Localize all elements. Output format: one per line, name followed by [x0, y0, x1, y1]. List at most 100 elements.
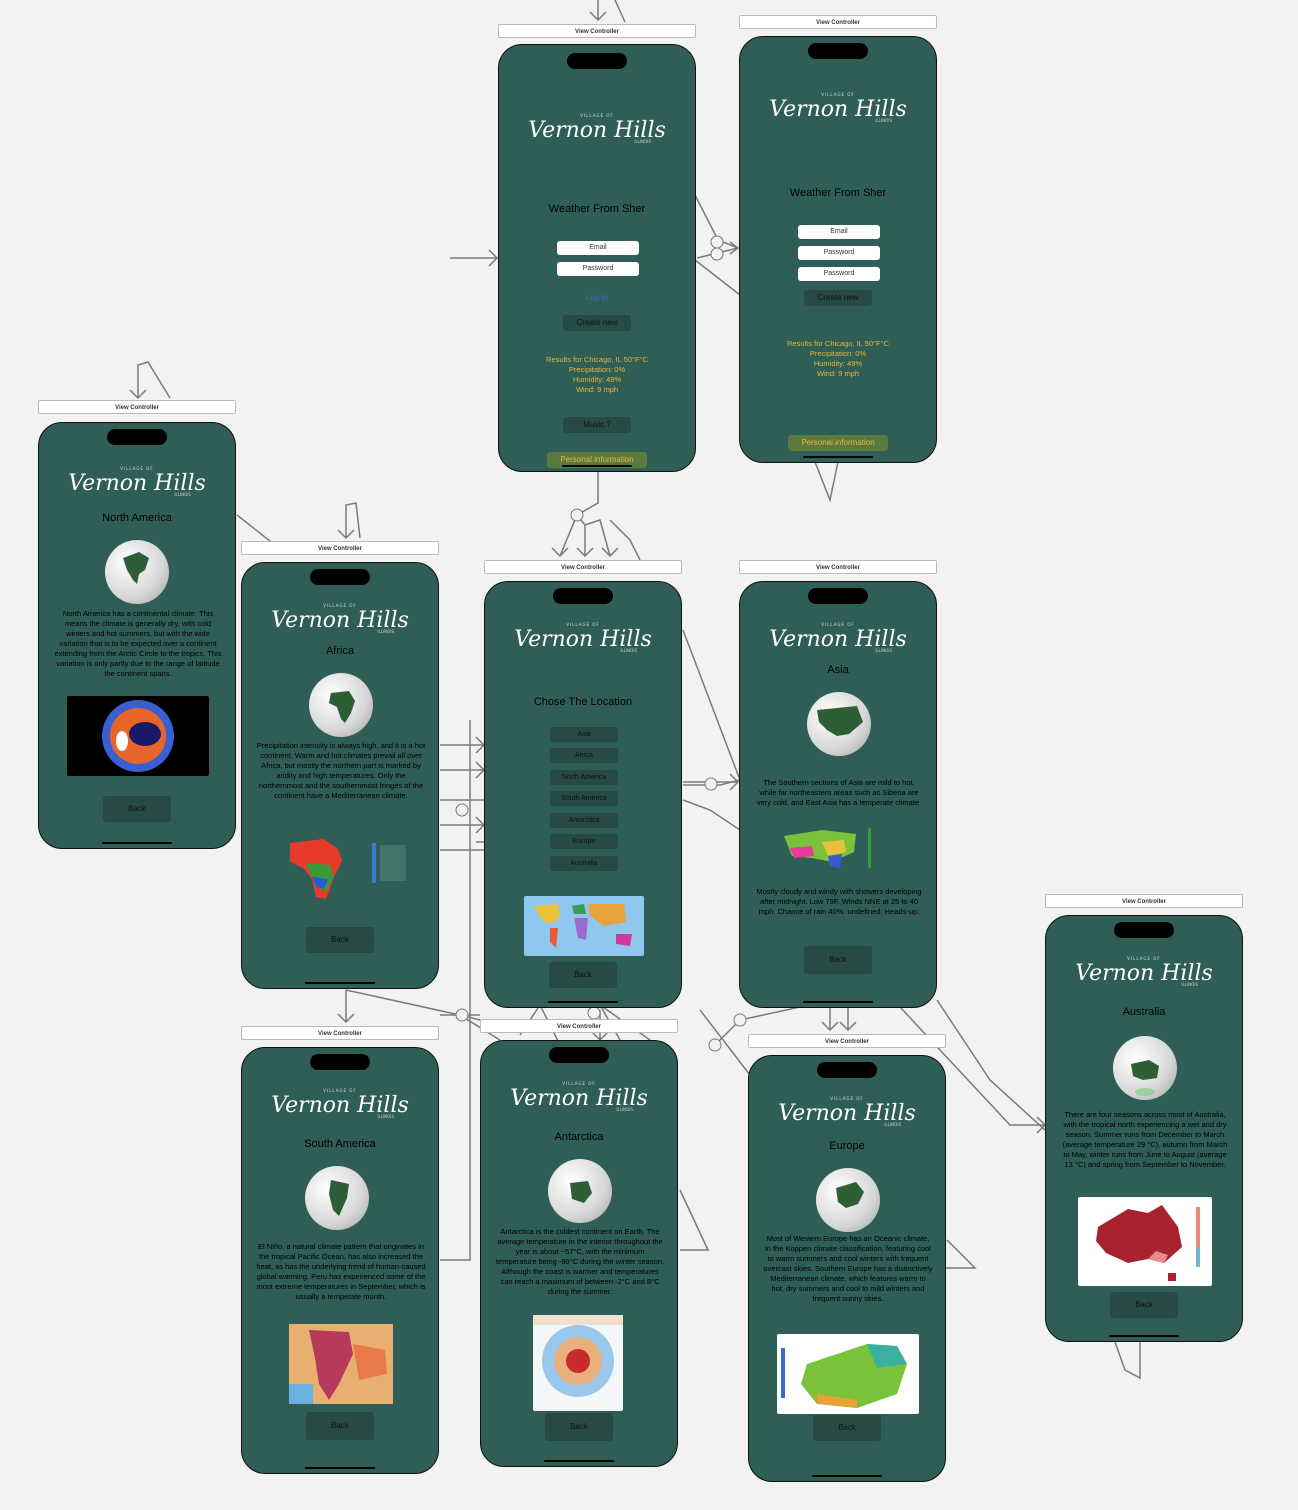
- notch: [553, 588, 613, 604]
- notch: [567, 53, 627, 69]
- vc-label-africa[interactable]: View Controller: [241, 541, 439, 555]
- australia-globe-image: [1113, 1036, 1177, 1100]
- north-america-globe-image: [105, 540, 169, 604]
- music-button[interactable]: Music ?: [563, 417, 631, 433]
- screen-title: Africa: [325, 645, 355, 657]
- create-new-button[interactable]: Create new: [804, 290, 872, 306]
- europe-screen: VILLAGE OF Vernon Hills ILLINOIS Europe …: [748, 1055, 946, 1482]
- create-new-button[interactable]: Create new: [563, 315, 631, 331]
- screen-title: Australia: [1122, 1006, 1166, 1018]
- vc-label-login[interactable]: View Controller: [498, 24, 696, 38]
- africa-screen: VILLAGE OF Vernon Hills ILLINOIS Africa …: [241, 562, 439, 989]
- africa-precipitation-map: [286, 831, 412, 907]
- vc-label-antarctica[interactable]: View Controller: [480, 1019, 678, 1033]
- europe-globe-image: [816, 1168, 880, 1232]
- screen-title: Chose The Location: [533, 696, 633, 708]
- home-indicator: [305, 1467, 375, 1469]
- climate-description: Antarctica is the coldest continent on E…: [495, 1227, 665, 1296]
- weather-forecast: Mostly cloudy and windy with showers dev…: [756, 887, 922, 916]
- location-south-america-button[interactable]: South America: [550, 791, 618, 806]
- location-europe-button[interactable]: Europe: [550, 834, 618, 849]
- vernon-hills-logo: VILLAGE OF Vernon Hills ILLINOIS: [769, 622, 907, 653]
- back-button[interactable]: Back: [804, 946, 872, 974]
- vc-label-north-america[interactable]: View Controller: [38, 400, 236, 414]
- home-indicator: [562, 465, 632, 467]
- notch: [808, 588, 868, 604]
- vc-label-europe[interactable]: View Controller: [748, 1034, 946, 1048]
- weather-info: Results for Chicago, IL 50°F°C Precipita…: [786, 339, 889, 378]
- email-field[interactable]: Email: [557, 241, 639, 255]
- vc-label-location[interactable]: View Controller: [484, 560, 682, 574]
- notch: [310, 569, 370, 585]
- climate-description: North America has a continental climate.…: [54, 609, 222, 678]
- app-title: Weather From Sher: [548, 203, 646, 215]
- vernon-hills-logo: VILLAGE OF Vernon Hills ILLINOIS: [271, 603, 409, 634]
- password-field[interactable]: Password: [557, 262, 639, 276]
- back-button[interactable]: Back: [549, 962, 617, 988]
- vc-label-south-america[interactable]: View Controller: [241, 1026, 439, 1040]
- screen-title: Antarctica: [554, 1131, 604, 1143]
- vernon-hills-logo: VILLAGE OF Vernon Hills ILLINOIS: [528, 113, 666, 144]
- vernon-hills-logo: VILLAGE OF Vernon Hills ILLINOIS: [778, 1096, 916, 1127]
- africa-globe-image: [309, 673, 373, 737]
- weather-info: Results for Chicago, IL 50°F°C Precipita…: [545, 355, 648, 394]
- screen-title: Europe: [829, 1140, 865, 1152]
- asia-screen: VILLAGE OF Vernon Hills ILLINOIS Asia Th…: [739, 581, 937, 1008]
- vernon-hills-logo: VILLAGE OF Vernon Hills ILLINOIS: [1075, 956, 1213, 987]
- home-indicator: [305, 982, 375, 984]
- notch: [107, 429, 167, 445]
- vc-label-asia[interactable]: View Controller: [739, 560, 937, 574]
- password-field[interactable]: Password: [798, 246, 880, 260]
- climate-description: Most of Western Europe has an Oceanic cl…: [763, 1234, 933, 1303]
- login-screen: VILLAGE OF Vernon Hills ILLINOIS Weather…: [498, 44, 696, 472]
- back-button[interactable]: Back: [1110, 1292, 1178, 1318]
- antarctica-globe-image: [548, 1159, 612, 1223]
- back-button[interactable]: Back: [306, 1412, 374, 1440]
- home-indicator: [803, 1001, 873, 1003]
- vernon-hills-logo: VILLAGE OF Vernon Hills ILLINOIS: [68, 466, 206, 497]
- home-indicator: [803, 456, 873, 458]
- back-button[interactable]: Back: [103, 796, 171, 822]
- confirm-password-field[interactable]: Password: [798, 267, 880, 281]
- north-america-screen: VILLAGE OF Vernon Hills ILLINOIS North A…: [38, 422, 236, 849]
- email-field[interactable]: Email: [798, 225, 880, 239]
- australia-temperature-map: [1078, 1197, 1212, 1286]
- location-asia-button[interactable]: Asia: [550, 727, 618, 742]
- home-indicator: [1109, 1335, 1179, 1337]
- back-button[interactable]: Back: [545, 1413, 613, 1441]
- screen-title: North America: [102, 512, 172, 524]
- location-selector-screen: VILLAGE OF Vernon Hills ILLINOIS Chose T…: [484, 581, 682, 1008]
- antarctica-screen: VILLAGE OF Vernon Hills ILLINOIS Antarct…: [480, 1040, 678, 1467]
- vc-label-signup[interactable]: View Controller: [739, 15, 937, 29]
- location-africa-button[interactable]: Africa: [550, 748, 618, 763]
- notch: [808, 43, 868, 59]
- signup-screen: VILLAGE OF Vernon Hills ILLINOIS Weather…: [739, 36, 937, 463]
- back-button[interactable]: Back: [813, 1415, 881, 1441]
- home-indicator: [102, 842, 172, 844]
- home-indicator: [544, 1460, 614, 1462]
- location-australia-button[interactable]: Australia: [550, 856, 618, 871]
- home-indicator: [548, 1001, 618, 1003]
- world-map-image: [524, 896, 644, 956]
- notch: [1114, 922, 1174, 938]
- notch: [549, 1047, 609, 1063]
- personal-information-button[interactable]: Personal information: [788, 435, 888, 451]
- climate-description: The Southern sections of Asia are mild t…: [756, 778, 922, 807]
- climate-description: Precipitation intensity is always high, …: [256, 741, 426, 800]
- login-link[interactable]: Log In: [569, 293, 625, 302]
- vc-label-australia[interactable]: View Controller: [1045, 894, 1243, 908]
- climate-description: There are four seasons across most of Au…: [1062, 1110, 1228, 1169]
- app-title: Weather From Sher: [789, 187, 887, 199]
- polar-vortex-image: [67, 696, 209, 776]
- climate-description: El Niño, a natural climate pattern that …: [256, 1242, 426, 1301]
- screen-title: South America: [304, 1138, 376, 1150]
- vernon-hills-logo: VILLAGE OF Vernon Hills ILLINOIS: [514, 622, 652, 653]
- vernon-hills-logo: VILLAGE OF Vernon Hills ILLINOIS: [271, 1088, 409, 1119]
- location-antarctica-button[interactable]: Antarctica: [550, 813, 618, 828]
- back-button[interactable]: Back: [306, 927, 374, 953]
- australia-screen: VILLAGE OF Vernon Hills ILLINOIS Austral…: [1045, 915, 1243, 1342]
- home-indicator: [812, 1475, 882, 1477]
- location-north-america-button[interactable]: North America: [550, 770, 618, 785]
- asia-climate-map: [782, 822, 898, 874]
- antarctica-temperature-map: [533, 1315, 623, 1411]
